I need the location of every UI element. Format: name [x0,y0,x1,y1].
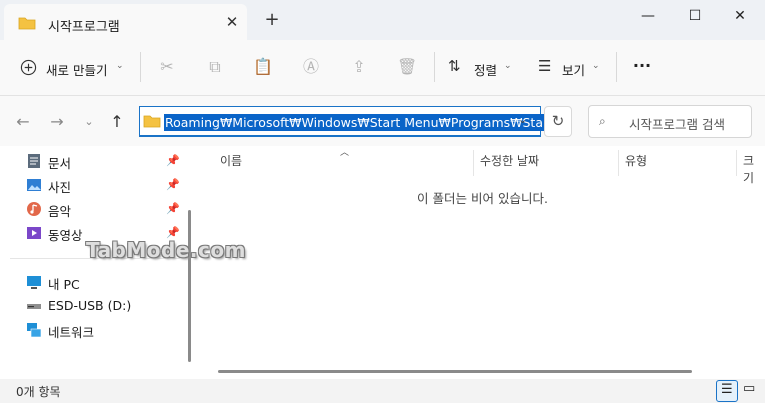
sidebar-item-music[interactable]: 음악 📌 [26,198,186,220]
column-header-name[interactable]: 이름 [220,152,242,169]
item-count: 0개 항목 [16,385,61,399]
sidebar-item-label: ESD-USB (D:) [48,298,132,313]
column-separator[interactable] [473,150,474,176]
minimize-button[interactable]: — [628,4,668,28]
chevron-down-icon: ⌄ [116,61,124,71]
address-dropdown-chevron-icon[interactable]: ⌄ [518,113,527,126]
new-button-label: 새로 만들기 [46,63,108,78]
pictures-icon [27,179,41,191]
address-path[interactable]: Roaming₩Microsoft₩Windows₩Start Menu₩Pro… [164,114,570,131]
sidebar-item-this-pc[interactable]: 내 PC [26,271,186,293]
forward-arrow-icon[interactable]: → [46,111,68,133]
share-icon[interactable]: ⇪ [349,57,369,77]
toolbar-divider [616,52,617,82]
pin-icon: 📌 [166,202,180,215]
tiles-view-button[interactable]: ▭ [739,380,761,402]
music-icon [27,202,41,216]
paste-icon[interactable]: 📋 [253,57,273,77]
sidebar-item-label: 네트워크 [48,325,95,340]
chevron-down-icon: ⌄ [504,61,512,71]
sort-button[interactable]: ⇅ 정렬 ⌄ [446,56,516,80]
sidebar-item-network[interactable]: 네트워크 [26,319,186,341]
sidebar-item-label: 음악 [48,204,72,219]
refresh-icon[interactable]: ↻ [544,106,572,137]
view-button[interactable]: ☰ 보기 ⌄ [536,56,606,80]
rename-icon[interactable]: Ⓐ [301,57,321,77]
tab-title: 시작프로그램 [48,20,120,35]
plus-circle-icon [20,59,37,76]
recent-locations-chevron-icon[interactable]: ⌄ [78,111,100,133]
search-icon: ⌕ [599,114,606,128]
up-arrow-icon[interactable]: ↑ [106,111,128,133]
sidebar-scrollbar[interactable] [188,210,191,362]
column-header-size[interactable]: 크기 [743,152,765,186]
pin-icon: 📌 [166,154,180,167]
sidebar-item-label: 사진 [48,180,72,195]
watermark: TabMode.com [86,238,246,262]
tiles-view-icon: ▭ [743,381,756,396]
videos-icon [27,227,41,239]
column-separator[interactable] [618,150,619,176]
more-options-button[interactable]: ··· [628,56,656,78]
search-box[interactable]: ⌕ 시작프로그램 검색 [588,105,752,138]
empty-folder-message: 이 폴더는 비어 있습니다. [417,191,548,206]
pin-icon: 📌 [166,178,180,191]
sort-icon: ⇅ [448,57,461,75]
copy-icon[interactable]: ⧉ [205,57,225,77]
usb-drive-icon [27,304,41,309]
close-window-button[interactable]: ✕ [720,4,760,28]
toolbar-divider [434,52,435,82]
folder-icon [143,115,161,128]
sort-label: 정렬 [474,63,498,78]
chevron-down-icon: ⌄ [592,61,600,71]
network-icon [27,323,42,338]
horizontal-scrollbar[interactable] [218,370,692,373]
new-button[interactable]: 새로 만들기 ⌄ [14,56,130,80]
view-list-icon: ☰ [538,57,552,75]
sort-ascending-caret-icon: ︿ [340,148,350,158]
back-arrow-icon[interactable]: ← [12,111,34,133]
this-pc-icon [27,276,41,289]
sidebar-item-label: 내 PC [48,277,80,292]
search-placeholder: 시작프로그램 검색 [629,117,725,132]
toolbar-divider [140,52,141,82]
sidebar-item-usb-drive[interactable]: ESD-USB (D:) [26,295,186,317]
status-bar: 0개 항목 [0,379,765,403]
sidebar-item-documents[interactable]: 문서 📌 [26,150,186,172]
column-header-type[interactable]: 유형 [625,152,647,169]
new-tab-button[interactable]: + [262,10,282,30]
details-view-icon: ☰ [721,382,733,397]
documents-icon [28,154,40,168]
details-view-button[interactable]: ☰ [716,380,738,402]
column-header-date-modified[interactable]: 수정한 날짜 [480,152,539,169]
tab-close-icon[interactable]: ✕ [222,12,242,32]
column-separator[interactable] [736,150,737,176]
view-label: 보기 [562,63,586,78]
cut-icon[interactable]: ✂ [157,57,177,77]
file-list-pane [200,146,765,379]
address-bar[interactable]: Roaming₩Microsoft₩Windows₩Start Menu₩Pro… [139,106,570,137]
sidebar-item-pictures[interactable]: 사진 📌 [26,174,186,196]
sidebar-item-label: 문서 [48,156,72,171]
tab-startup[interactable]: 시작프로그램 ✕ [4,4,247,40]
maximize-button[interactable]: ☐ [675,4,715,28]
sidebar-item-label: 동영상 [48,228,83,243]
folder-icon [18,17,36,30]
delete-icon[interactable]: 🗑 [397,57,417,77]
